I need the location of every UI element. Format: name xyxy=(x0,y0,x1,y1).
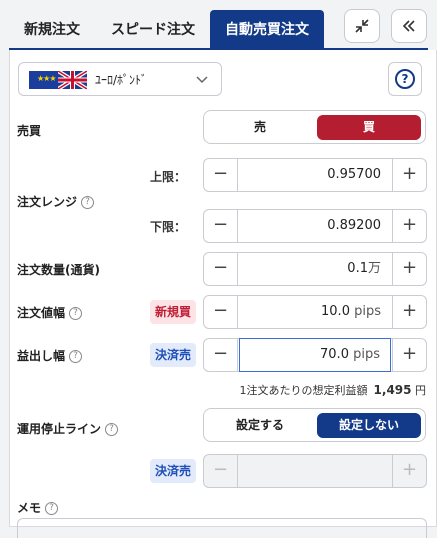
take-profit-text: 益出し幅 xyxy=(17,349,66,363)
help-icon[interactable]: ? xyxy=(69,307,83,320)
lower-limit-stepper: − 0.89200 + xyxy=(203,209,427,243)
buy-option[interactable]: 買 xyxy=(317,115,421,140)
quantity-value: 0.1 xyxy=(347,261,368,276)
take-profit-stepper: − 70.0 pips + xyxy=(203,338,427,372)
profit-estimate-unit: 円 xyxy=(415,384,426,397)
order-width-stepper: − 10.0 pips + xyxy=(203,295,427,329)
quantity-stepper: − 0.1万 + xyxy=(203,252,427,286)
currency-flags: ★★★ xyxy=(29,71,87,89)
upper-limit-stepper: − 0.95700 + xyxy=(203,158,427,192)
new-buy-badge: 新規買 xyxy=(150,300,197,324)
stop-line-label: 運用停止ライン? xyxy=(17,420,119,437)
order-width-minus-button[interactable]: − xyxy=(204,296,238,328)
stop-line-not-set-option[interactable]: 設定しない xyxy=(317,413,421,438)
order-width-unit: pips xyxy=(354,304,381,319)
quantity-label: 注文数量(通貨) xyxy=(17,263,100,277)
stop-line-stepper: − + xyxy=(203,454,427,488)
take-profit-value: 70.0 xyxy=(320,347,349,362)
order-tabs: 新規注文 スピード注文 自動売買注文 xyxy=(0,0,437,50)
quantity-minus-button[interactable]: − xyxy=(204,253,238,285)
upper-limit-plus-button[interactable]: + xyxy=(392,159,426,191)
chevron-down-icon xyxy=(196,76,208,84)
take-profit-plus-button[interactable]: + xyxy=(392,339,426,371)
take-profit-minus-button[interactable]: − xyxy=(204,339,238,371)
question-icon: ? xyxy=(395,69,415,89)
order-width-input[interactable]: 10.0 pips xyxy=(239,296,391,328)
take-profit-unit: pips xyxy=(353,347,380,362)
profit-estimate: 1注文あたりの想定利益額 1,495 円 xyxy=(240,382,426,398)
tab-speed-order[interactable]: スピード注文 xyxy=(103,10,203,50)
stop-line-minus-button[interactable]: − xyxy=(204,455,238,487)
take-profit-input[interactable]: 70.0 pips xyxy=(239,338,391,372)
upper-limit-label: 上限： xyxy=(150,170,187,184)
auto-trade-order-form: ★★★ ﾕｰﾛ/ﾎﾟﾝﾄﾞ ? 売買 売 買 上限： − 0.95700 + 注… xyxy=(9,50,437,538)
memo-input[interactable] xyxy=(17,518,427,538)
quantity-unit: 万 xyxy=(367,261,381,276)
take-profit-label: 益出し幅? xyxy=(17,347,83,364)
stop-line-text: 運用停止ライン xyxy=(17,422,102,436)
uk-flag-icon xyxy=(58,71,87,89)
order-width-plus-button[interactable]: + xyxy=(392,296,426,328)
profit-estimate-text: 1注文あたりの想定利益額 xyxy=(239,384,368,397)
trade-side-label: 売買 xyxy=(17,124,42,138)
quantity-input[interactable]: 0.1万 xyxy=(239,253,391,285)
shrink-button[interactable] xyxy=(344,9,380,43)
memo-label: メモ? xyxy=(17,499,59,516)
stop-line-input[interactable] xyxy=(239,455,391,487)
tab-new-order[interactable]: 新規注文 xyxy=(14,10,90,50)
eu-flag-icon: ★★★ xyxy=(29,71,58,89)
profit-estimate-value: 1,495 xyxy=(373,383,412,397)
currency-pair-name: ﾕｰﾛ/ﾎﾟﾝﾄﾞ xyxy=(95,73,148,87)
help-button[interactable]: ? xyxy=(388,62,422,96)
quantity-plus-button[interactable]: + xyxy=(392,253,426,285)
stop-line-toggle: 設定する 設定しない xyxy=(203,408,426,442)
lower-limit-label: 下限： xyxy=(150,220,187,234)
order-range-text: 注文レンジ xyxy=(17,195,78,209)
order-range-label: 注文レンジ? xyxy=(17,193,95,210)
upper-limit-minus-button[interactable]: − xyxy=(204,159,238,191)
help-icon[interactable]: ? xyxy=(81,196,95,209)
order-width-value: 10.0 xyxy=(321,304,350,319)
sell-option[interactable]: 売 xyxy=(208,115,312,140)
collapse-button[interactable] xyxy=(391,9,427,43)
memo-text: メモ xyxy=(17,501,42,515)
help-icon[interactable]: ? xyxy=(105,423,119,436)
stop-line-plus-button[interactable]: + xyxy=(392,455,426,487)
upper-limit-input[interactable]: 0.95700 xyxy=(239,159,391,191)
tab-auto-trade-order[interactable]: 自動売買注文 xyxy=(210,10,324,50)
stop-line-set-option[interactable]: 設定する xyxy=(208,413,312,438)
close-sell-badge: 決済売 xyxy=(150,343,197,367)
trade-side-toggle: 売 買 xyxy=(203,110,426,144)
stop-line-close-sell-badge: 決済売 xyxy=(150,459,197,483)
currency-pair-select[interactable]: ★★★ ﾕｰﾛ/ﾎﾟﾝﾄﾞ xyxy=(18,62,222,96)
lower-limit-plus-button[interactable]: + xyxy=(392,210,426,242)
order-width-label: 注文値幅? xyxy=(17,304,83,321)
double-chevron-left-icon xyxy=(402,20,415,32)
lower-limit-input[interactable]: 0.89200 xyxy=(239,210,391,242)
order-width-text: 注文値幅 xyxy=(17,306,66,320)
shrink-arrows-icon xyxy=(355,19,369,33)
help-icon[interactable]: ? xyxy=(45,502,59,515)
lower-limit-minus-button[interactable]: − xyxy=(204,210,238,242)
help-icon[interactable]: ? xyxy=(69,350,83,363)
